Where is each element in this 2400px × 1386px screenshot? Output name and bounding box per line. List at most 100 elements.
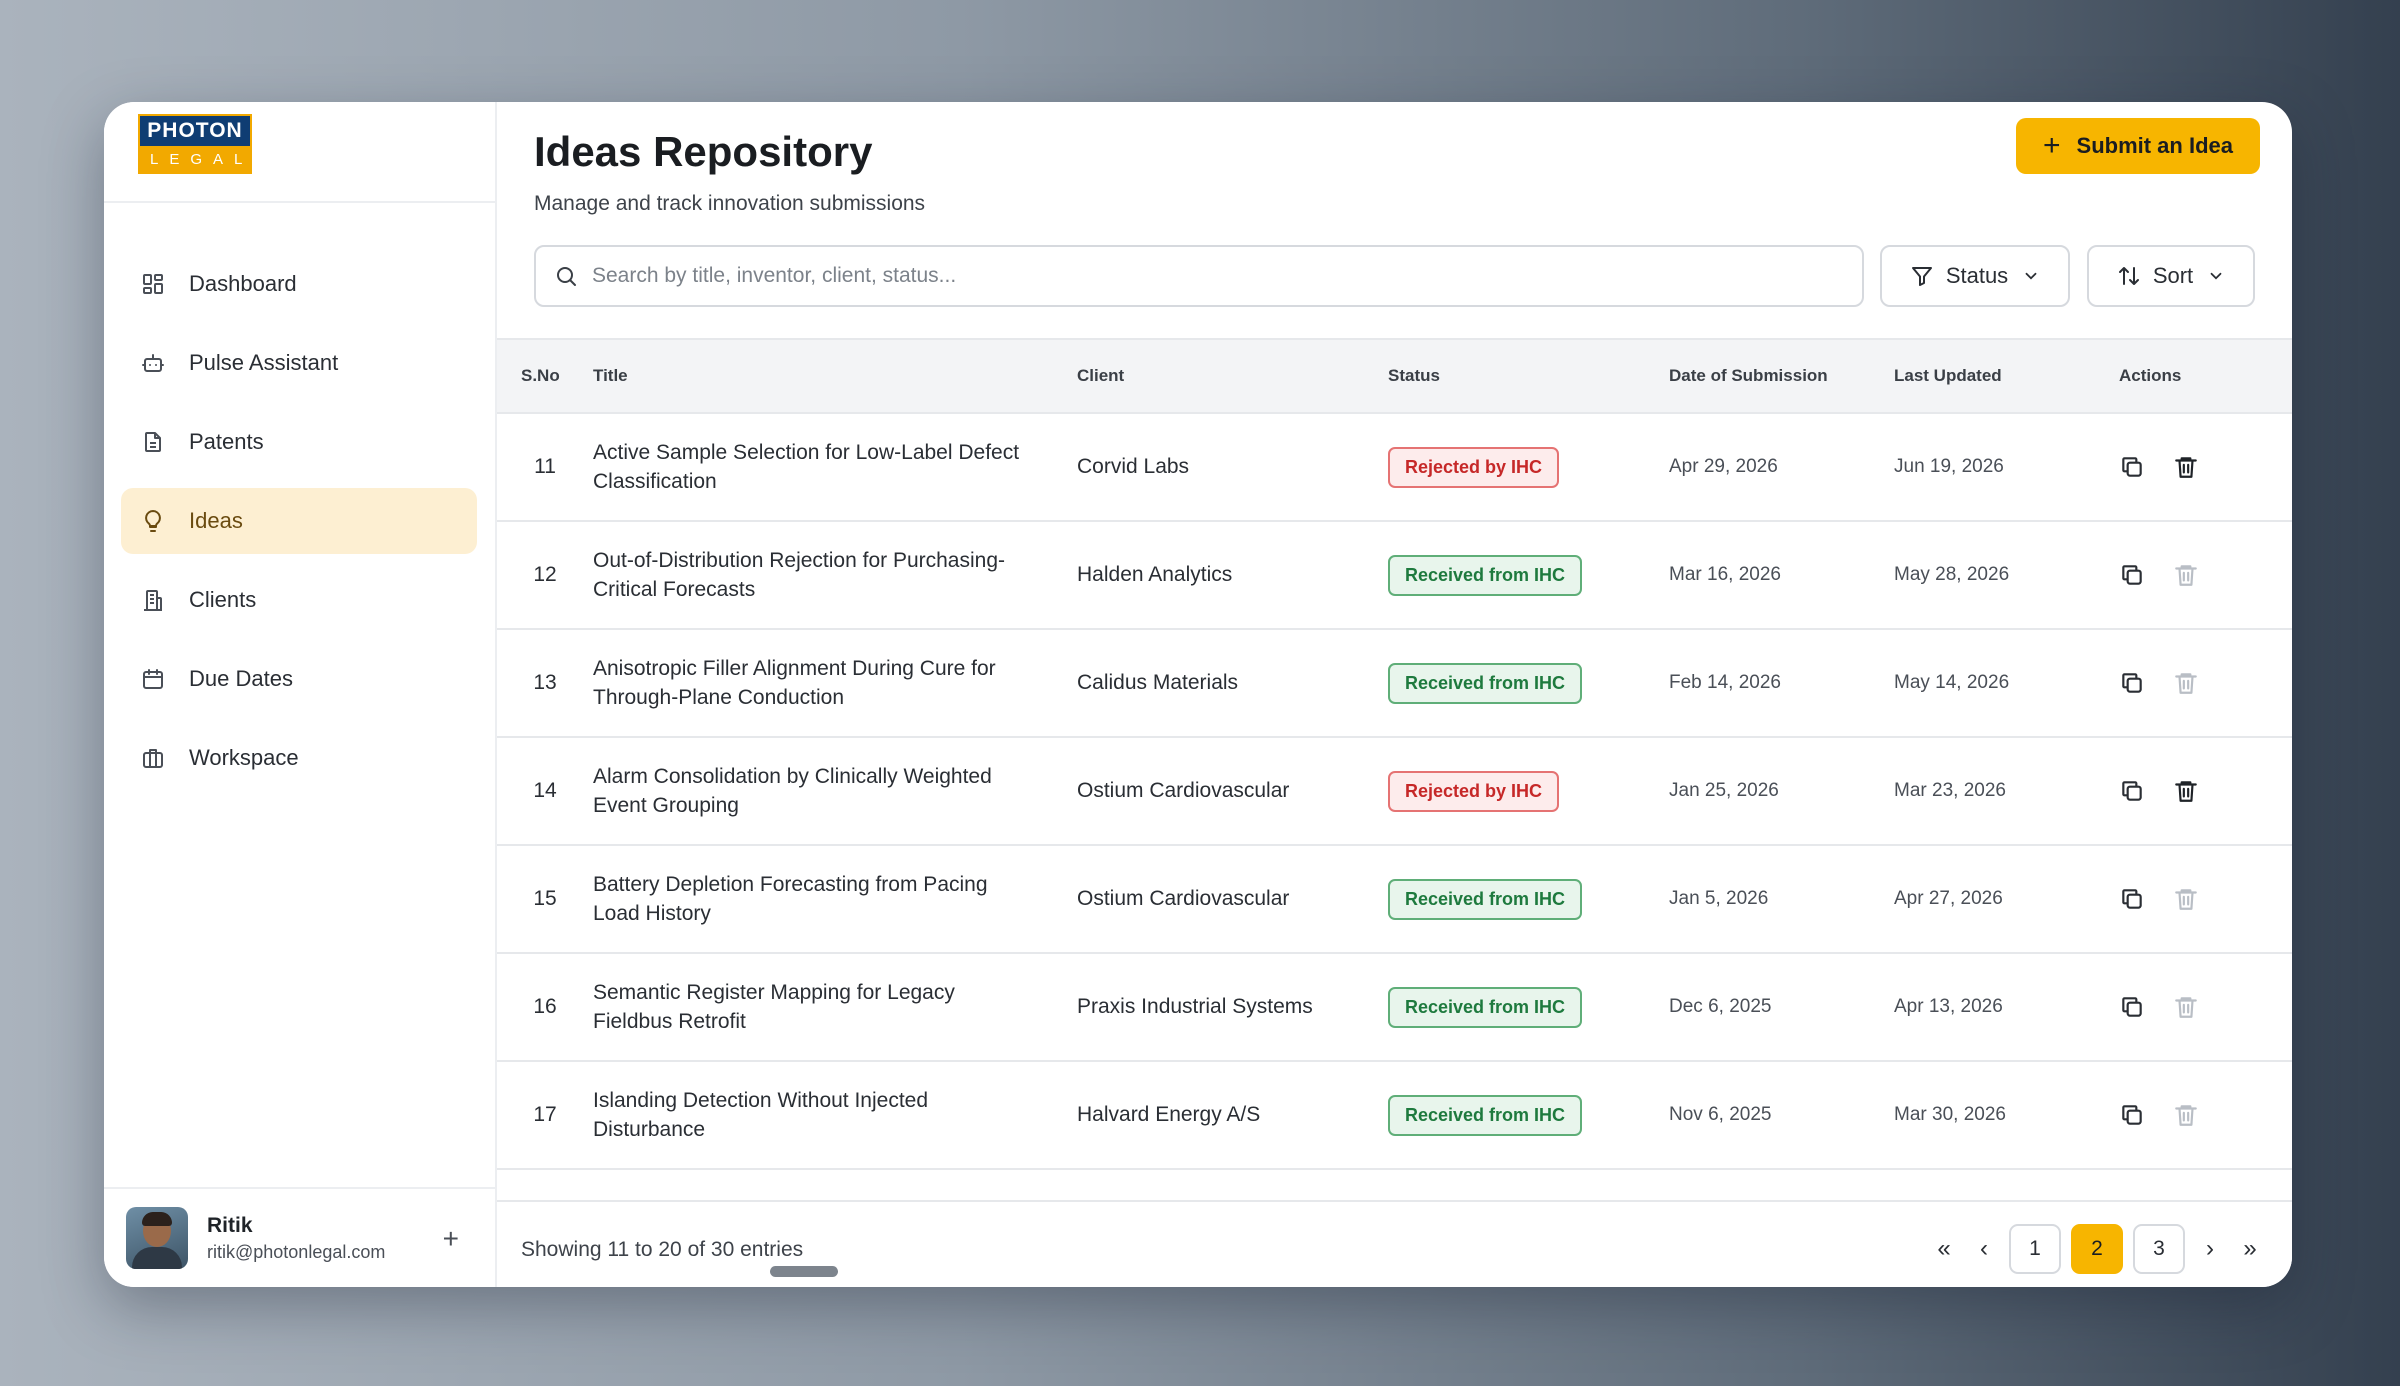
sidebar-item-dashboard[interactable]: Dashboard [121, 251, 477, 317]
page-title: Ideas Repository [534, 128, 873, 175]
search-box[interactable] [534, 245, 1864, 307]
sidebar-item-patents[interactable]: Patents [121, 409, 477, 475]
chevron-down-icon [2022, 267, 2040, 285]
row-actions [2119, 778, 2292, 804]
scroll-handle[interactable] [770, 1266, 838, 1277]
sidebar-item-label: Due Dates [189, 666, 293, 691]
filter-icon [1910, 264, 1934, 288]
row-actions [2119, 1102, 2292, 1128]
table-row[interactable]: 17 Islanding Detection Without Injected D… [497, 1061, 2292, 1169]
row-submission-date: Dec 6, 2025 [1669, 996, 1772, 1017]
sidebar-item-label: Ideas [189, 508, 243, 533]
next-page-icon[interactable]: › [2190, 1224, 2230, 1274]
trash-icon [2173, 886, 2199, 912]
row-actions [2119, 994, 2292, 1020]
row-title: Active Sample Selection for Low-Label De… [593, 441, 1020, 493]
column-header-actions[interactable]: Actions [2119, 338, 2292, 414]
sidebar-item-workspace[interactable]: Workspace [121, 725, 477, 791]
sidebar-item-label: Workspace [189, 745, 299, 770]
status-badge: Received from IHC [1388, 1094, 1583, 1136]
sort-button[interactable]: Sort [2087, 245, 2255, 307]
page-subtitle: Manage and track innovation submissions [534, 192, 926, 215]
briefcase-icon [139, 744, 167, 772]
trash-icon [2173, 994, 2199, 1020]
row-client: Halvard Energy A/S [1077, 1103, 1261, 1126]
row-submission-date: Nov 6, 2025 [1669, 1104, 1772, 1125]
table-row[interactable]: 14 Alarm Consolidation by Clinically Weig… [497, 737, 2292, 845]
trash-icon[interactable] [2173, 454, 2199, 480]
first-page-icon[interactable]: « [1924, 1224, 1964, 1274]
prev-page-icon[interactable]: ‹ [1964, 1224, 2004, 1274]
row-title: Anisotropic Filler Alignment During Cure… [593, 657, 996, 709]
row-last-updated: May 14, 2026 [1894, 672, 2010, 693]
sidebar-nav: Dashboard Pulse Assistant Patents Ideas Clie… [104, 203, 495, 791]
user-profile[interactable]: Ritik ritik@photonlegal.com + [104, 1187, 495, 1287]
column-header-s-no[interactable]: S.No [497, 338, 593, 414]
column-header-client[interactable]: Client [1077, 338, 1388, 414]
pagination: «‹ 1 2 3 ›» [1924, 1224, 2270, 1274]
row-last-updated: May 28, 2026 [1894, 564, 2010, 585]
last-page-icon[interactable]: » [2230, 1224, 2270, 1274]
sidebar-item-label: Dashboard [189, 271, 297, 296]
row-sno: 17 [533, 1103, 557, 1126]
row-client: Halden Analytics [1077, 563, 1233, 586]
row-submission-date: Jan 25, 2026 [1669, 780, 1779, 801]
page-button-1[interactable]: 1 [2009, 1224, 2061, 1274]
submit-idea-button[interactable]: + Submit an Idea [2016, 118, 2260, 174]
user-email: ritik@photonlegal.com [207, 1241, 386, 1262]
user-name: Ritik [207, 1213, 253, 1237]
copy-icon[interactable] [2119, 886, 2145, 912]
row-actions [2119, 454, 2292, 480]
column-header-date-of-submission[interactable]: Date of Submission [1669, 338, 1894, 414]
table-row[interactable]: 16 Semantic Register Mapping for Legacy F… [497, 953, 2292, 1061]
sidebar-item-due-dates[interactable]: Due Dates [121, 646, 477, 712]
search-icon [554, 264, 578, 288]
row-submission-date: Mar 16, 2026 [1669, 564, 1781, 585]
copy-icon[interactable] [2119, 562, 2145, 588]
status-badge: Rejected by IHC [1388, 770, 1560, 812]
row-sno: 13 [533, 671, 557, 694]
column-header-title[interactable]: Title [593, 338, 1077, 414]
table-row[interactable]: 11 Active Sample Selection for Low-Label … [497, 413, 2292, 521]
page-button-3[interactable]: 3 [2133, 1224, 2185, 1274]
document-icon [139, 428, 167, 456]
sidebar-item-ideas[interactable]: Ideas [121, 488, 477, 554]
row-submission-date: Apr 29, 2026 [1669, 456, 1778, 477]
table-row[interactable]: 13 Anisotropic Filler Alignment During Cu… [497, 629, 2292, 737]
copy-icon[interactable] [2119, 994, 2145, 1020]
row-actions [2119, 886, 2292, 912]
trash-icon[interactable] [2173, 778, 2199, 804]
status-badge: Rejected by IHC [1388, 446, 1560, 488]
page-button-2[interactable]: 2 [2071, 1224, 2123, 1274]
table-row[interactable]: 15 Battery Depletion Forecasting from Pac… [497, 845, 2292, 953]
row-last-updated: Apr 13, 2026 [1894, 996, 2003, 1017]
table-header: S.No Title Client Status Date of Submission L… [497, 338, 2292, 414]
plus-icon: + [2042, 129, 2061, 162]
copy-icon[interactable] [2119, 778, 2145, 804]
app-window: PHOTON LEGAL Dashboard Pulse Assistant Pat… [104, 102, 2292, 1287]
copy-icon[interactable] [2119, 1102, 2145, 1128]
copy-icon[interactable] [2119, 454, 2145, 480]
column-header-status[interactable]: Status [1388, 338, 1669, 414]
sidebar-item-label: Pulse Assistant [189, 350, 339, 375]
sort-icon [2117, 264, 2141, 288]
search-input[interactable] [592, 264, 1792, 288]
ideas-table: S.No Title Client Status Date of Submission L… [497, 338, 2292, 1170]
row-submission-date: Jan 5, 2026 [1669, 888, 1769, 909]
ideas-table-container: S.No Title Client Status Date of Submission L… [497, 338, 2292, 1200]
brand-logo[interactable]: PHOTON LEGAL [138, 114, 252, 174]
bot-icon [139, 349, 167, 377]
sidebar-item-pulse-assistant[interactable]: Pulse Assistant [121, 330, 477, 396]
copy-icon[interactable] [2119, 670, 2145, 696]
status-filter-button[interactable]: Status [1880, 245, 2070, 307]
dashboard-icon [139, 270, 167, 298]
row-sno: 12 [533, 563, 557, 586]
sidebar-item-clients[interactable]: Clients [121, 567, 477, 633]
plus-icon[interactable]: + [443, 1223, 459, 1255]
row-sno: 16 [533, 995, 557, 1018]
table-row[interactable]: 12 Out-of-Distribution Rejection for Purc… [497, 521, 2292, 629]
row-title: Alarm Consolidation by Clinically Weight… [593, 765, 992, 817]
trash-icon [2173, 670, 2199, 696]
column-header-last-updated[interactable]: Last Updated [1894, 338, 2119, 414]
brand-logo-line1: PHOTON [147, 119, 243, 142]
